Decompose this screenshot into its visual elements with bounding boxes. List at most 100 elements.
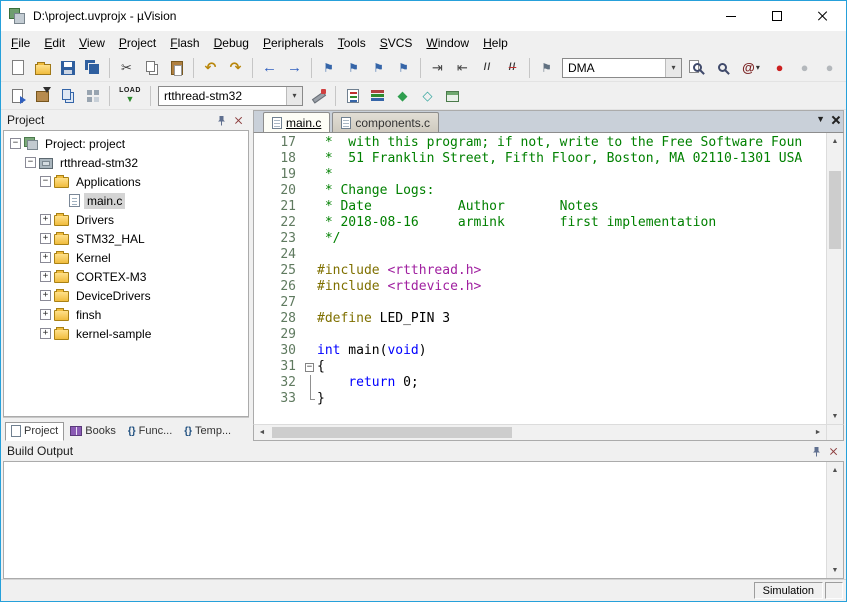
find-flag-icon[interactable]: ⚑ [534,56,559,80]
code-area[interactable]: 17 * with this program; if not, write to… [254,133,826,424]
menu-view[interactable]: View [72,33,112,53]
tree-item-main-c[interactable]: main.c [4,191,248,210]
prev-bookmark-icon[interactable]: ⚑ [341,56,366,80]
collapse-icon[interactable]: − [10,138,21,149]
panel-tab-books[interactable]: Books [64,422,122,441]
tree-item-devicedrivers[interactable]: +DeviceDrivers [4,286,248,305]
next-bookmark-icon[interactable]: ⚑ [366,56,391,80]
expand-icon[interactable]: + [40,271,51,282]
build-output-text[interactable] [4,462,826,578]
redo-icon[interactable]: ↷ [223,56,248,80]
tree-item-drivers[interactable]: +Drivers [4,210,248,229]
scrollbar-track[interactable] [270,425,810,440]
menu-debug[interactable]: Debug [207,33,256,53]
editor-horizontal-scrollbar[interactable]: ◄ ► [253,424,844,441]
fold-collapse-icon[interactable]: − [304,359,317,375]
search-mode-icon[interactable]: @▾ [735,56,767,80]
disable-breakpoint-icon[interactable]: ● [817,56,842,80]
scroll-up-icon[interactable]: ▲ [827,133,843,149]
scroll-right-icon[interactable]: ► [810,425,826,440]
chevron-down-icon[interactable]: ▾ [665,59,681,77]
options-for-target-icon[interactable] [306,84,331,108]
expand-icon[interactable]: + [40,328,51,339]
uncomment-selection-icon[interactable]: // [500,56,525,80]
editor-vertical-scrollbar[interactable]: ▲ ▼ [826,133,843,424]
tree-item-project-project[interactable]: −Project: project [4,134,248,153]
find-in-files-icon[interactable] [685,56,710,80]
build-icon[interactable] [30,84,55,108]
menu-help[interactable]: Help [476,33,515,53]
menu-tools[interactable]: Tools [331,33,373,53]
manage-rte-icon[interactable]: ◆ [390,84,415,108]
menu-file[interactable]: File [4,33,37,53]
scrollbar-thumb[interactable] [272,427,512,438]
comment-selection-icon[interactable]: // [475,56,500,80]
tree-item-kernel[interactable]: +Kernel [4,248,248,267]
pin-panel-button[interactable] [809,444,823,458]
tree-item-applications[interactable]: −Applications [4,172,248,191]
clear-bookmarks-icon[interactable]: ⚑ [391,56,416,80]
editor-tab-main-c[interactable]: main.c [263,112,330,132]
toggle-bookmark-icon[interactable]: ⚑ [316,56,341,80]
scrollbar-thumb[interactable] [829,171,841,249]
find-combo[interactable]: DMA ▾ [562,58,682,78]
expand-icon[interactable]: + [40,252,51,263]
batch-build-icon[interactable] [80,84,105,108]
tree-item-rtthread-stm32[interactable]: −rtthread-stm32 [4,153,248,172]
target-select-combo[interactable]: rtthread-stm32 ▾ [158,86,303,106]
flash-download-button[interactable]: LOAD ▼ [114,84,146,108]
menu-edit[interactable]: Edit [37,33,72,53]
editor-tab-components-c[interactable]: components.c [332,112,439,132]
cut-icon[interactable]: ✂ [114,56,139,80]
menu-flash[interactable]: Flash [163,33,206,53]
panel-tab-project[interactable]: Project [5,422,64,441]
menu-project[interactable]: Project [112,33,163,53]
new-file-icon[interactable] [5,56,30,80]
project-window-icon[interactable] [440,84,465,108]
close-button[interactable] [800,1,846,31]
indent-icon[interactable]: ⇥ [425,56,450,80]
close-document-icon[interactable] [831,115,840,124]
tree-item-finsh[interactable]: +finsh [4,305,248,324]
paste-icon[interactable] [164,56,189,80]
collapse-icon[interactable]: − [25,157,36,168]
books-window-icon[interactable] [365,84,390,108]
menu-window[interactable]: Window [419,33,476,53]
tree-item-stm32-hal[interactable]: +STM32_HAL [4,229,248,248]
insert-breakpoint-icon[interactable]: ● [767,56,792,80]
enable-breakpoint-icon[interactable]: ● [792,56,817,80]
menu-svcs[interactable]: SVCS [373,33,420,53]
expand-icon[interactable]: + [40,290,51,301]
rebuild-icon[interactable] [55,84,80,108]
scroll-down-icon[interactable]: ▼ [827,408,843,424]
scroll-left-icon[interactable]: ◄ [254,425,270,440]
tree-item-cortex-m3[interactable]: +CORTEX-M3 [4,267,248,286]
expand-icon[interactable]: + [40,309,51,320]
minimize-button[interactable] [708,1,754,31]
find-icon[interactable] [710,56,735,80]
tab-list-chevron-icon[interactable]: ▼ [816,114,825,124]
pack-installer-icon[interactable]: ◇ [415,84,440,108]
translate-icon[interactable] [5,84,30,108]
scrollbar-track[interactable] [827,478,843,562]
panel-tab-temp-[interactable]: {}Temp... [178,422,237,441]
expand-icon[interactable]: + [40,233,51,244]
panel-tab-func-[interactable]: {}Func... [122,422,178,441]
navigate-back-icon[interactable]: ← [257,56,282,80]
output-vertical-scrollbar[interactable]: ▲ ▼ [826,462,843,578]
navigate-forward-icon[interactable]: → [282,56,307,80]
menu-peripherals[interactable]: Peripherals [256,33,331,53]
chevron-down-icon[interactable]: ▾ [286,87,302,105]
project-tree[interactable]: −Project: project−rtthread-stm32−Applica… [3,130,249,417]
scrollbar-track[interactable] [827,149,843,408]
save-icon[interactable] [55,56,80,80]
maximize-button[interactable] [754,1,800,31]
close-panel-button[interactable] [826,444,840,458]
file-extensions-icon[interactable] [340,84,365,108]
scroll-down-icon[interactable]: ▼ [827,562,843,578]
open-file-icon[interactable] [30,56,55,80]
undo-icon[interactable]: ↶ [198,56,223,80]
close-panel-button[interactable] [231,113,245,127]
save-all-icon[interactable] [80,56,105,80]
pin-panel-button[interactable] [214,113,228,127]
